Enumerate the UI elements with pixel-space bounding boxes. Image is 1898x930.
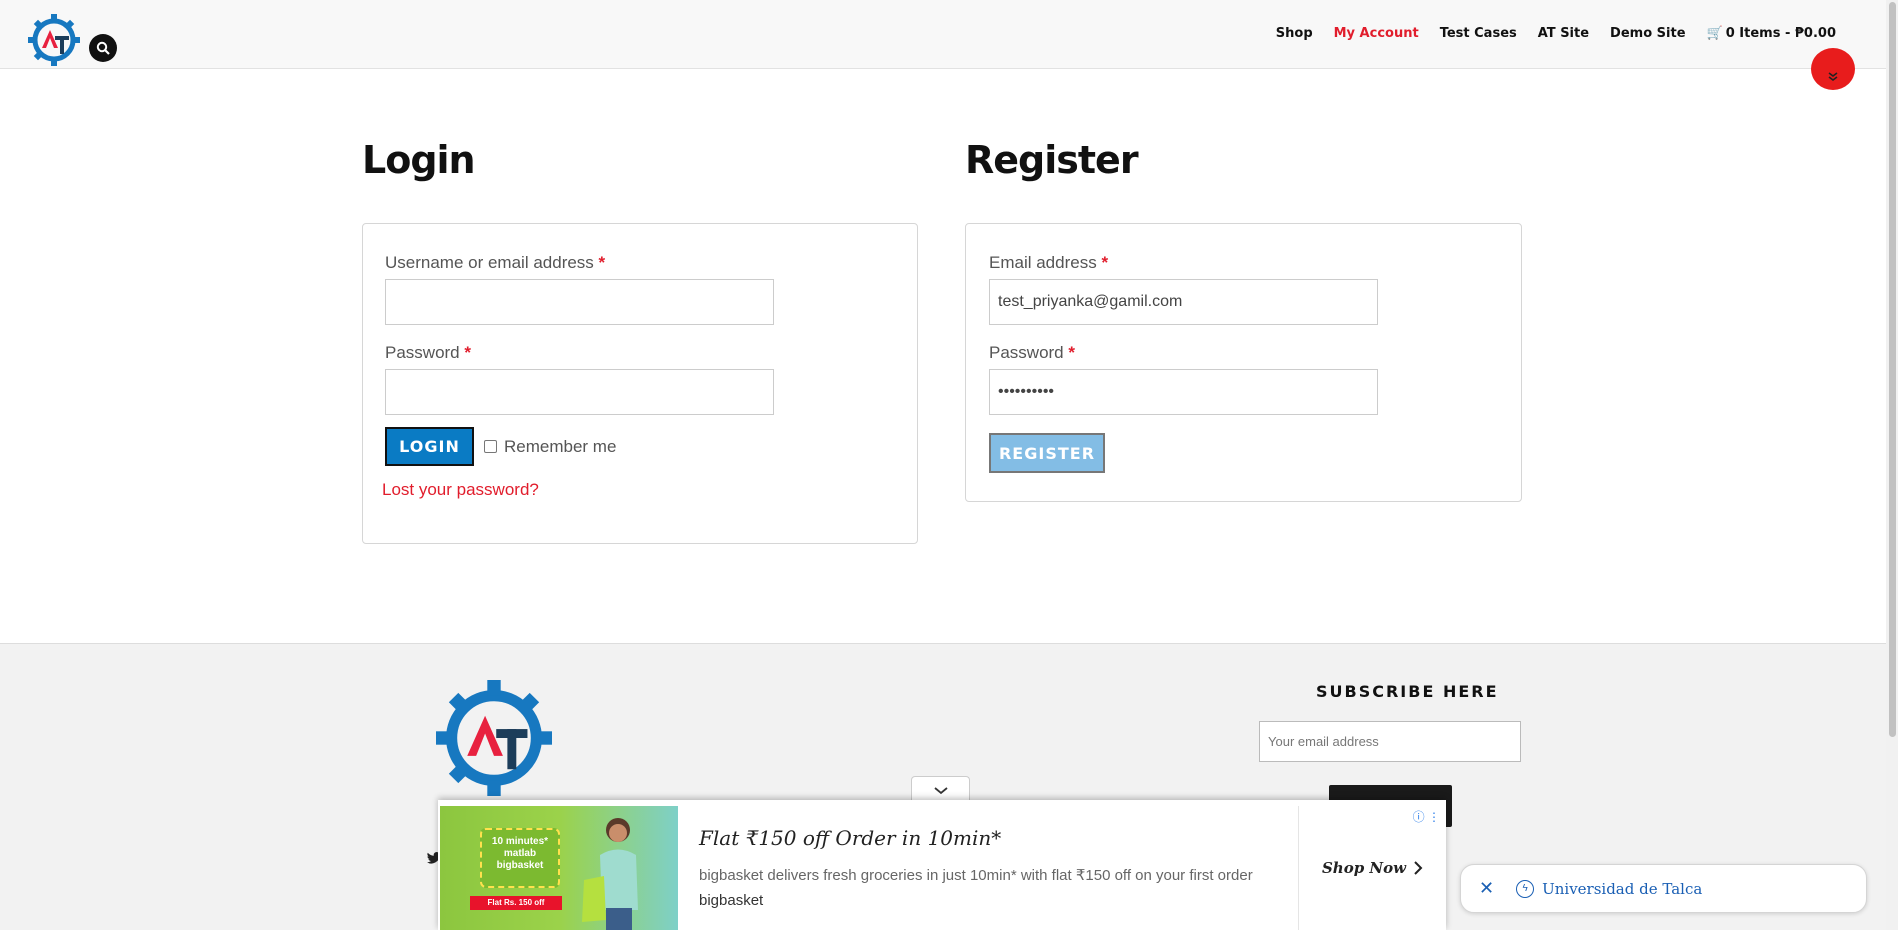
close-icon[interactable]: ✕ (1479, 878, 1494, 899)
ad-image-badge: Flat Rs. 150 off (470, 896, 562, 910)
scroll-down-button[interactable] (1811, 48, 1855, 90)
nav-demo-site[interactable]: Demo Site (1610, 26, 1685, 41)
notification-text: Universidad de Talca (1542, 879, 1703, 898)
register-email-input[interactable]: test_priyanka@gamil.com (989, 279, 1378, 325)
nav-shop[interactable]: Shop (1276, 26, 1313, 41)
nav-cart[interactable]: 🛒 0 Items - ₱0.00 (1707, 26, 1836, 41)
chevron-right-icon (1414, 861, 1423, 875)
login-button[interactable]: LOGIN (385, 427, 474, 466)
ad-description-text: bigbasket delivers fresh groceries in ju… (699, 867, 1253, 884)
lost-password-link[interactable]: Lost your password? (382, 480, 539, 500)
ad-info-icon[interactable]: ⓘ ⋮ (1413, 808, 1440, 825)
subscribe-email-input[interactable]: Your email address (1259, 721, 1521, 762)
login-password-label: Password * (385, 343, 471, 362)
chevron-down-icon (933, 786, 948, 794)
bolt-icon: ϟ (1516, 879, 1535, 898)
ad-banner[interactable]: 10 minutes* matlab bigbasket Flat Rs. 15… (438, 800, 1446, 930)
login-password-input[interactable] (385, 369, 774, 415)
nav-test-cases[interactable]: Test Cases (1440, 26, 1517, 41)
username-input[interactable] (385, 279, 774, 325)
ad-headline[interactable]: Flat ₹150 off Order in 10min* (699, 826, 1001, 850)
ad-image[interactable]: 10 minutes* matlab bigbasket Flat Rs. 15… (440, 806, 678, 930)
scrollbar-thumb[interactable] (1889, 2, 1896, 737)
cart-icon: 🛒 (1706, 26, 1723, 41)
remember-me-label[interactable]: Remember me (504, 437, 616, 457)
search-icon (96, 41, 110, 55)
double-chevron-down-icon (1828, 72, 1838, 81)
register-button[interactable]: REGISTER (989, 433, 1105, 473)
register-password-label: Password * (989, 343, 1075, 362)
ad-image-box: 10 minutes* matlab bigbasket (480, 828, 560, 888)
page-scrollbar[interactable] (1886, 0, 1898, 930)
login-title: Login (362, 138, 476, 182)
search-button[interactable] (89, 34, 117, 62)
nav-my-account[interactable]: My Account (1334, 26, 1419, 41)
site-header: Shop My Account Test Cases AT Site Demo … (0, 0, 1886, 69)
register-title: Register (965, 138, 1139, 182)
username-label: Username or email address * (385, 253, 606, 272)
remember-me-checkbox[interactable] (484, 440, 497, 453)
site-logo[interactable] (28, 14, 80, 66)
subscribe-title: SUBSCRIBE HERE (1316, 682, 1499, 701)
register-password-input[interactable]: •••••••••• (989, 369, 1378, 415)
main-nav: Shop My Account Test Cases AT Site Demo … (1276, 26, 1836, 41)
footer-logo (436, 680, 552, 796)
cart-summary: 0 Items - ₱0.00 (1725, 26, 1836, 41)
ad-model-image (582, 818, 638, 930)
ad-description: bigbasket delivers fresh groceries in ju… (699, 863, 1279, 913)
notification-pill[interactable]: ✕ ϟ Universidad de Talca (1460, 864, 1867, 913)
email-label: Email address * (989, 253, 1109, 272)
ad-brand: bigbasket (699, 892, 764, 909)
ad-cta-label: Shop Now (1321, 859, 1407, 877)
nav-at-site[interactable]: AT Site (1538, 26, 1589, 41)
